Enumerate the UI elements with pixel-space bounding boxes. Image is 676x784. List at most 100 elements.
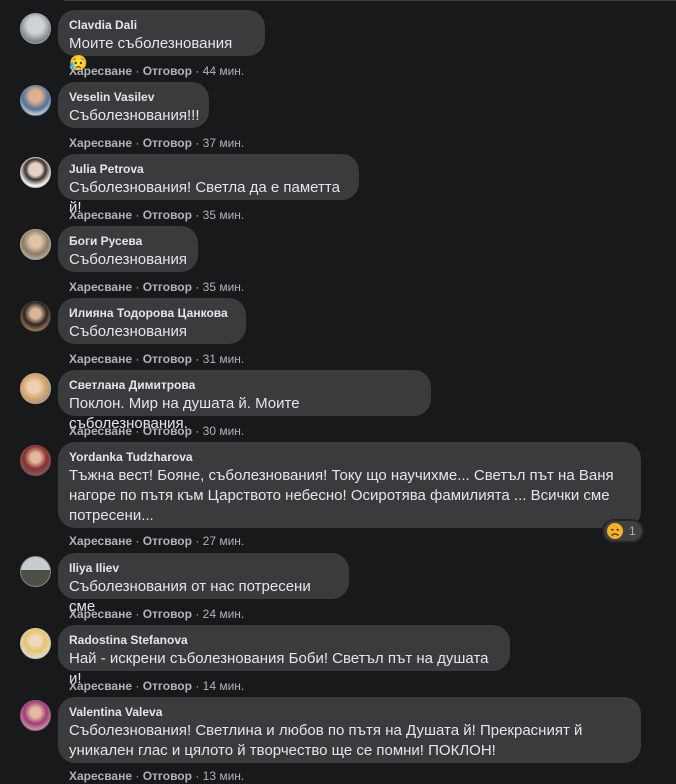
reply-button[interactable]: Отговор	[143, 64, 192, 78]
like-button[interactable]: Харесване	[69, 607, 132, 621]
comment-time[interactable]: 24 мин.	[203, 607, 245, 621]
reply-button[interactable]: Отговор	[143, 280, 192, 294]
like-button[interactable]: Харесване	[69, 208, 132, 222]
avatar[interactable]	[20, 373, 51, 404]
reaction-badge[interactable]: 1	[604, 521, 642, 541]
separator: ·	[195, 769, 200, 783]
comment-author[interactable]: Iliya Iliev	[69, 560, 337, 576]
comment-text: Съболезнования! Светлина и любов по пътя…	[69, 721, 629, 761]
comment-text: Съболезнования!!!	[69, 107, 200, 124]
like-button[interactable]: Харесване	[69, 352, 132, 366]
comment-bubble: Radostina Stefanova Най - искрени съболе…	[58, 625, 510, 687]
comment-actions: Харесване · Отговор · 31 мин.	[69, 351, 244, 367]
comment-text-line: уникален глас и цялото й творчество ще с…	[69, 742, 496, 759]
comment-text: Съболезнования	[69, 323, 188, 340]
comment-bubble: Iliya Iliev Съболезнования от нас потрес…	[58, 553, 349, 615]
like-button[interactable]: Харесване	[69, 679, 132, 693]
comment-author[interactable]: Valentina Valeva	[69, 704, 629, 720]
reply-button[interactable]: Отговор	[143, 534, 192, 548]
separator: ·	[135, 679, 140, 693]
separator: ·	[135, 352, 140, 366]
reaction-count: 1	[629, 524, 636, 538]
like-button[interactable]: Харесване	[69, 280, 132, 294]
reply-button[interactable]: Отговор	[143, 352, 192, 366]
like-button[interactable]: Харесване	[69, 64, 132, 78]
comment-time[interactable]: 31 мин.	[203, 352, 245, 366]
comment-actions: Харесване · Отговор · 14 мин.	[69, 678, 244, 694]
avatar[interactable]	[20, 157, 51, 188]
comment-actions: Харесване · Отговор · 24 мин.	[69, 606, 244, 622]
separator: ·	[195, 424, 200, 438]
comment-author[interactable]: Боги Русева	[69, 233, 186, 249]
comment-actions: Харесване · Отговор · 30 мин.	[69, 423, 244, 439]
comment-text-line: нагоре по пътя към Царството небесно! Ос…	[69, 487, 610, 504]
comment-bubble: Veselin Vasilev Съболезнования!!!	[58, 82, 209, 128]
separator: ·	[135, 769, 140, 783]
comment-actions: Харесване · Отговор · 35 мин.	[69, 207, 244, 223]
reply-button[interactable]: Отговор	[143, 208, 192, 222]
separator: ·	[135, 607, 140, 621]
like-button[interactable]: Харесване	[69, 136, 132, 150]
comment-author[interactable]: Yordanka Tudzharova	[69, 449, 629, 465]
comment-time[interactable]: 13 мин.	[203, 769, 245, 783]
comment-time[interactable]: 35 мин.	[203, 280, 245, 294]
comment-text-line: потресени...	[69, 507, 154, 524]
comment-time[interactable]: 30 мин.	[203, 424, 245, 438]
comment-time[interactable]: 35 мин.	[203, 208, 245, 222]
avatar[interactable]	[20, 301, 51, 332]
separator: ·	[195, 208, 200, 222]
separator: ·	[135, 64, 140, 78]
comment-author[interactable]: Julia Petrova	[69, 161, 347, 177]
comment-text: Тъжна вест! Бояне, съболезнования! Току …	[69, 466, 629, 526]
comment-bubble: Yordanka Tudzharova Тъжна вест! Бояне, с…	[58, 442, 641, 528]
comment-bubble: Valentina Valeva Съболезнования! Светлин…	[58, 697, 641, 763]
reply-button[interactable]: Отговор	[143, 769, 192, 783]
like-button[interactable]: Харесване	[69, 424, 132, 438]
reply-button[interactable]: Отговор	[143, 679, 192, 693]
separator: ·	[135, 424, 140, 438]
comment-actions: Харесване · Отговор · 44 мин.	[69, 63, 244, 79]
separator: ·	[135, 136, 140, 150]
comment-actions: Харесване · Отговор · 27 мин.	[69, 533, 244, 549]
comment-actions: Харесване · Отговор · 35 мин.	[69, 279, 244, 295]
avatar[interactable]	[20, 556, 51, 587]
comment-time[interactable]: 27 мин.	[203, 534, 245, 548]
comment-author[interactable]: Radostina Stefanova	[69, 632, 498, 648]
avatar[interactable]	[20, 229, 51, 260]
separator: ·	[135, 534, 140, 548]
comment-text-line: Съболезнования! Светлина и любов по пътя…	[69, 722, 583, 739]
comment-author[interactable]: Veselin Vasilev	[69, 89, 197, 105]
comment-text: Съболезнования	[69, 251, 188, 268]
separator: ·	[195, 679, 200, 693]
comment-author[interactable]: Илияна Тодорова Цанкова	[69, 305, 234, 321]
like-button[interactable]: Харесване	[69, 534, 132, 548]
separator: ·	[195, 64, 200, 78]
avatar[interactable]	[20, 628, 51, 659]
avatar[interactable]	[20, 85, 51, 116]
like-button[interactable]: Харесване	[69, 769, 132, 783]
avatar[interactable]	[20, 445, 51, 476]
comment-time[interactable]: 14 мин.	[203, 679, 245, 693]
comment-bubble: Илияна Тодорова Цанкова Съболезнования	[58, 298, 246, 344]
avatar[interactable]	[20, 13, 51, 44]
comment-bubble: Clavdia Dali Моите съболезнования 😥	[58, 10, 265, 72]
comment-bubble: Боги Русева Съболезнования	[58, 226, 198, 272]
comment-time[interactable]: 44 мин.	[203, 64, 245, 78]
separator: ·	[195, 352, 200, 366]
comment-author[interactable]: Светлана Димитрова	[69, 377, 419, 393]
reply-button[interactable]: Отговор	[143, 424, 192, 438]
comment-bubble: Светлана Димитрова Поклон. Мир на душата…	[58, 370, 431, 432]
divider	[64, 0, 676, 1]
separator: ·	[195, 607, 200, 621]
comment-text-line: Тъжна вест! Бояне, съболезнования! Току …	[69, 467, 614, 484]
sad-reaction-icon	[607, 523, 623, 539]
comment-time[interactable]: 37 мин.	[203, 136, 245, 150]
comment-author[interactable]: Clavdia Dali	[69, 17, 253, 33]
comment-bubble: Julia Petrova Съболезнования! Светла да …	[58, 154, 359, 216]
reply-button[interactable]: Отговор	[143, 607, 192, 621]
avatar[interactable]	[20, 700, 51, 731]
separator: ·	[195, 280, 200, 294]
separator: ·	[195, 136, 200, 150]
separator: ·	[195, 534, 200, 548]
reply-button[interactable]: Отговор	[143, 136, 192, 150]
